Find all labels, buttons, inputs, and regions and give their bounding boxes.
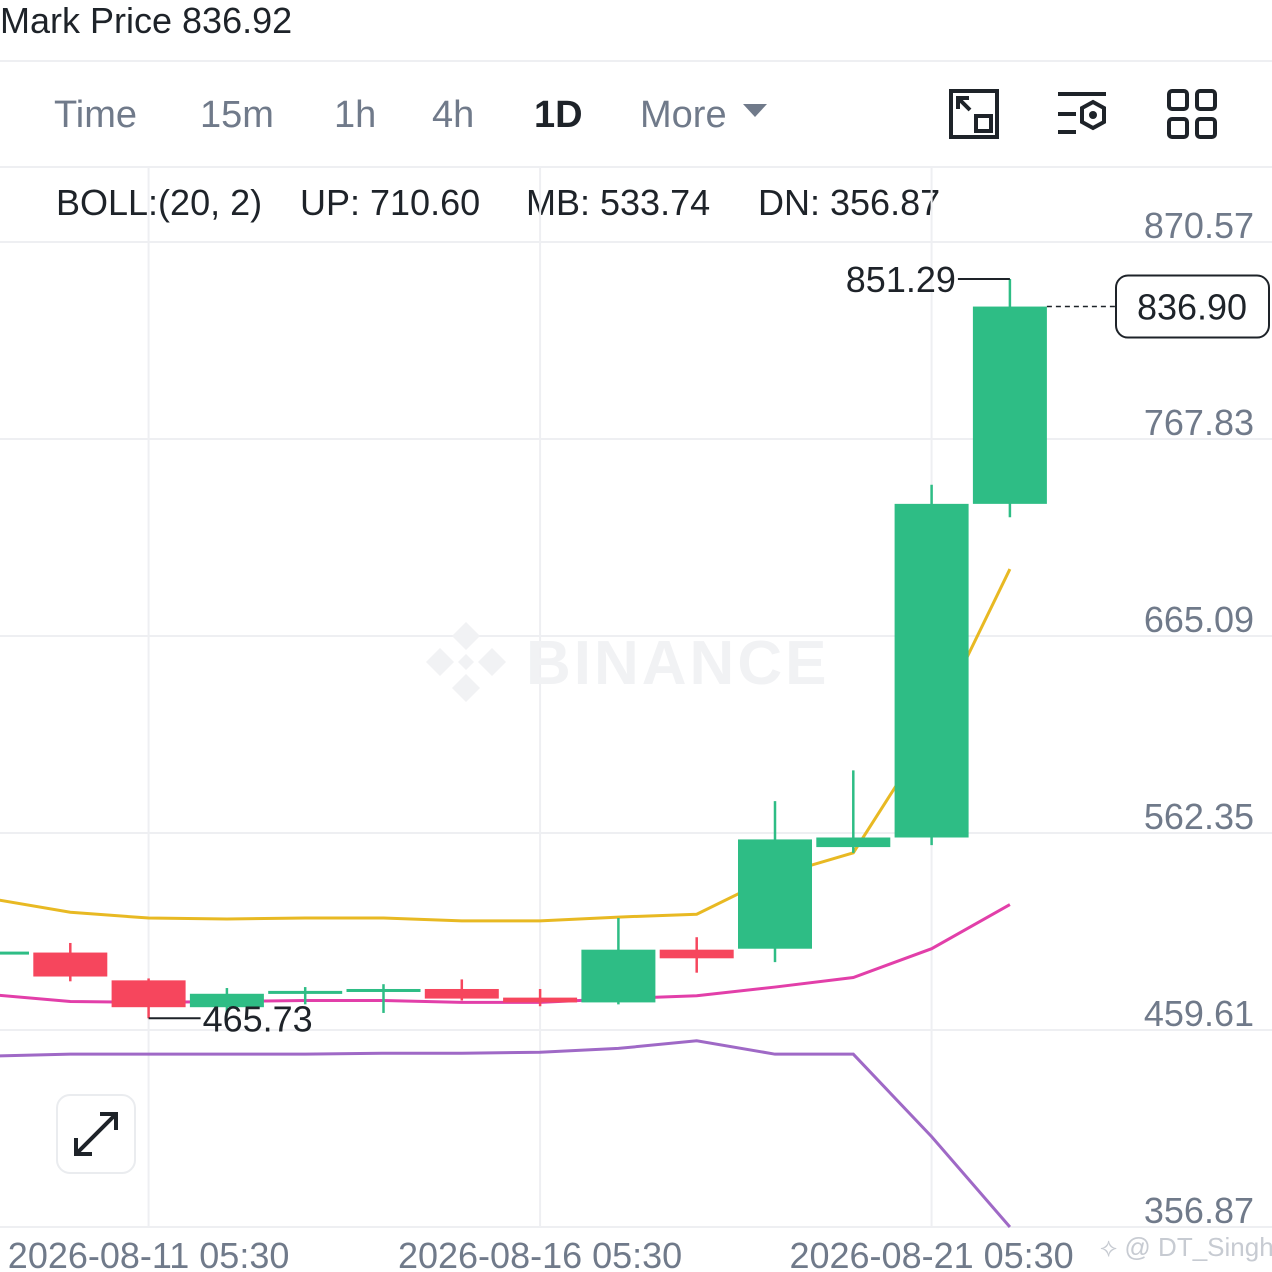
candle-body xyxy=(111,980,186,1008)
boll-lower-line xyxy=(0,1039,1012,1228)
fullscreen-button[interactable] xyxy=(56,1094,136,1174)
candle-body xyxy=(738,839,812,949)
candle-body xyxy=(0,951,29,955)
x-tick-label: 2026-08-11 05:30 xyxy=(8,1235,290,1272)
candle-body xyxy=(894,503,969,838)
candle-body xyxy=(503,997,578,1003)
high-price-label: 851.29 xyxy=(846,259,956,300)
y-tick-label: 356.87 xyxy=(1144,1190,1254,1231)
candle-body xyxy=(33,952,108,977)
last-price-label: 836.90 xyxy=(1137,287,1247,328)
candle-body xyxy=(268,990,343,994)
credit-text: @ DT_Singh xyxy=(1124,1232,1272,1262)
y-tick-label: 767.83 xyxy=(1144,402,1254,443)
binance-watermark: BINANCE xyxy=(426,622,829,702)
expand-arrows-icon xyxy=(74,1112,118,1156)
y-tick-label: 562.35 xyxy=(1144,796,1254,837)
candle-body xyxy=(972,306,1047,504)
y-tick-label: 665.09 xyxy=(1144,599,1254,640)
candle-body xyxy=(581,949,656,1003)
credit-watermark: ⟡ @ DT_Singh xyxy=(1100,1232,1272,1264)
candle-body xyxy=(816,837,891,848)
boll-upper-line xyxy=(0,568,1012,923)
x-tick-label: 2026-08-21 05:30 xyxy=(789,1235,1073,1272)
y-tick-label: 870.57 xyxy=(1144,205,1254,246)
candle-body xyxy=(659,949,734,959)
candle-body xyxy=(424,988,499,999)
share-icon: ⟡ xyxy=(1100,1232,1118,1262)
svg-text:BINANCE: BINANCE xyxy=(526,629,829,698)
low-price-label: 465.73 xyxy=(203,998,313,1039)
candle-body xyxy=(346,988,421,992)
candlestick-chart: BINANCE 870.57 767.83 665.09 562.35 459.61 35… xyxy=(0,168,1272,1272)
x-tick-label: 2026-08-16 05:30 xyxy=(398,1235,682,1272)
y-tick-label: 459.61 xyxy=(1144,993,1254,1034)
